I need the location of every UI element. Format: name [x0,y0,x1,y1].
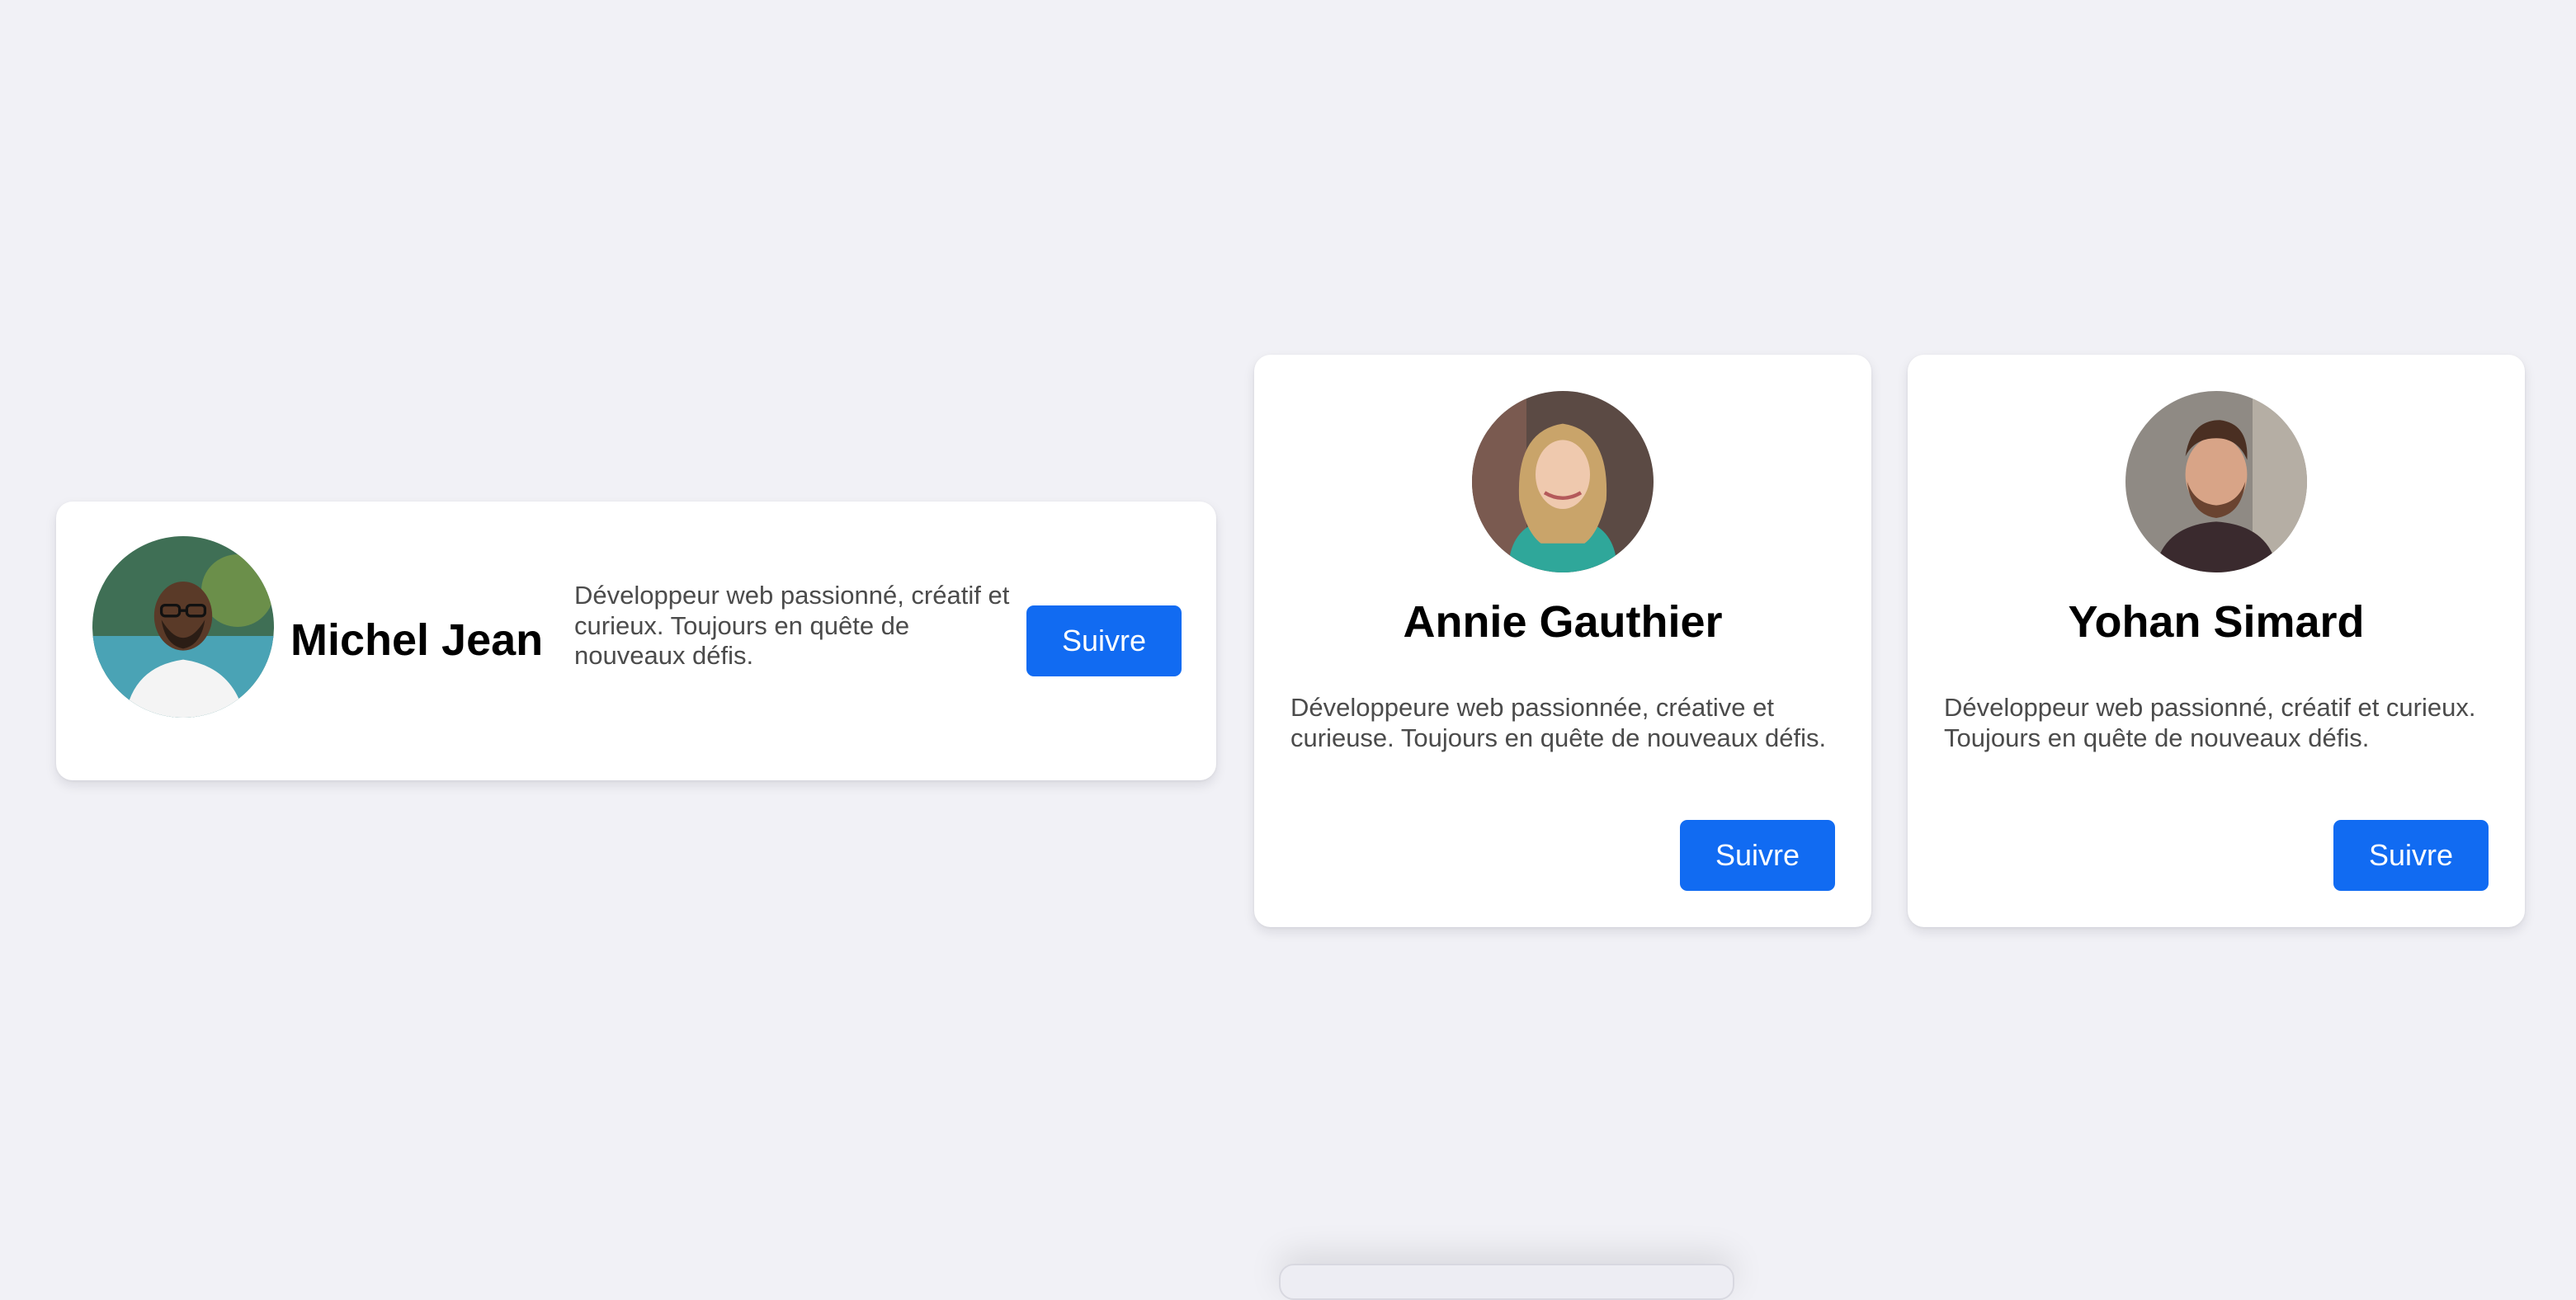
avatar [1472,391,1654,572]
follow-button[interactable]: Suivre [2333,820,2489,891]
profile-bio: Développeur web passionné, créatif et cu… [1944,693,2476,752]
profile-bio: Développeur web passionné, créatif et cu… [574,581,1010,670]
profile-card-yohan-simard: Yohan Simard Développeur web passionné, … [1908,355,2525,927]
profile-card-annie-gauthier: Annie Gauthier Développeure web passionn… [1254,355,1871,927]
profile-name: Yohan Simard [2068,597,2365,647]
dock[interactable] [1279,1264,1734,1300]
profile-name: Annie Gauthier [1403,597,1723,647]
follow-button[interactable]: Suivre [1680,820,1835,891]
profile-name: Michel Jean [290,615,544,665]
profile-card-michel-jean: Michel Jean Développeur web passionné, c… [56,502,1216,780]
avatar [2125,391,2307,572]
avatar-photo [2125,391,2307,572]
avatar-photo [92,536,274,718]
avatar-photo [1472,391,1654,572]
profile-bio: Développeure web passionnée, créative et… [1290,693,1827,752]
avatar [92,536,274,718]
follow-button[interactable]: Suivre [1026,605,1182,676]
